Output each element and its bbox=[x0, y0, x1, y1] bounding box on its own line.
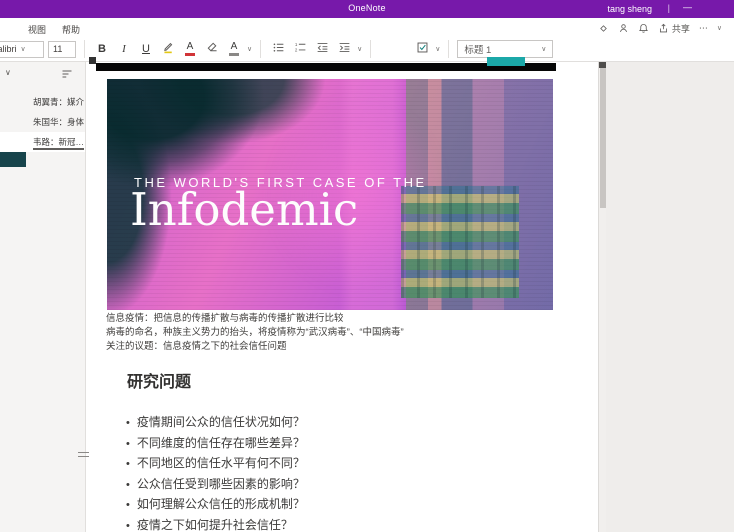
chevron-down-icon[interactable]: ∨ bbox=[357, 46, 362, 53]
meet-now-icon[interactable] bbox=[598, 23, 609, 34]
toolbar-divider bbox=[370, 40, 371, 58]
menu-tabs: 视图 帮助 bbox=[28, 23, 80, 36]
list-item: 疫情之下如何提升社会信任？ bbox=[126, 516, 466, 532]
ribbon-right-icons: 共享 ⋯ ∨ bbox=[598, 22, 722, 35]
page-corner-marker bbox=[89, 57, 96, 64]
chevron-down-icon: ∨ bbox=[541, 46, 546, 53]
style-combobox[interactable]: 标题 1 ∨ bbox=[457, 40, 553, 58]
chevron-down-icon[interactable]: ∨ bbox=[435, 46, 440, 53]
list-item: 疫情期间公众的信任状况如何？ bbox=[126, 413, 466, 434]
titlebar: OneNote tang sheng | — bbox=[0, 0, 734, 18]
svg-text:1: 1 bbox=[294, 42, 297, 47]
note-line: 关注的议题：信息疫情之下的社会信任问题 bbox=[106, 340, 576, 354]
onenote-window: OneNote tang sheng | — 视图 帮助 共享 bbox=[0, 0, 734, 532]
list-item: 不同地区的信任水平有何不同？ bbox=[126, 454, 466, 475]
indent-button[interactable] bbox=[335, 40, 353, 58]
style-selected-value: 标题 1 bbox=[464, 42, 491, 56]
bold-button[interactable]: B bbox=[93, 40, 111, 58]
underline-button[interactable]: U bbox=[137, 40, 155, 58]
toolbar-spacer bbox=[379, 49, 409, 50]
svg-text:2: 2 bbox=[294, 48, 297, 53]
list-item: 不同维度的信任存在哪些差异？ bbox=[126, 434, 466, 455]
font-name-combobox[interactable]: Calibri ∨ bbox=[0, 41, 44, 58]
list-item: 如何理解公众信任的形成机制？ bbox=[126, 495, 466, 516]
checkbox-icon bbox=[416, 41, 429, 57]
outdent-icon bbox=[316, 41, 329, 57]
teal-highlight-swatch bbox=[487, 57, 525, 66]
titlebar-divider: | bbox=[668, 3, 670, 13]
list-item: 公众信任受到哪些因素的影响？ bbox=[126, 475, 466, 496]
note-line: 病毒的命名，种族主义势力的抬头，将疫情称为“武汉病毒”、“中国病毒” bbox=[106, 326, 576, 340]
ribbon-collapse-icon[interactable]: ∨ bbox=[717, 25, 722, 32]
page-list-item[interactable]: 胡翼青：媒介… bbox=[0, 92, 85, 112]
italic-button[interactable]: I bbox=[115, 40, 133, 58]
indent-icon bbox=[338, 41, 351, 57]
chevron-down-icon: ∨ bbox=[21, 46, 26, 53]
page-list-sidebar: ∨ 胡翼青：媒介… 朱国华：身体… 韦路：新冠… bbox=[0, 62, 86, 532]
font-options-icon: A bbox=[229, 42, 239, 56]
research-questions-list: 疫情期间公众的信任状况如何？ 不同维度的信任存在哪些差异？ 不同地区的信任水平有… bbox=[126, 413, 466, 532]
toolbar-divider bbox=[448, 40, 449, 58]
hero-image[interactable]: THE WORLD'S FIRST CASE OF THE Infodemic bbox=[107, 79, 553, 310]
page-list: 胡翼青：媒介… 朱国华：身体… 韦路：新冠… bbox=[0, 92, 85, 152]
section-heading: 研究问题 bbox=[127, 368, 191, 392]
page-list-item-selected[interactable]: 韦路：新冠… bbox=[0, 132, 85, 152]
section-color-tab[interactable] bbox=[0, 152, 26, 167]
share-button[interactable]: 共享 bbox=[658, 22, 690, 35]
share-icon bbox=[658, 23, 669, 34]
font-options-button[interactable]: A bbox=[225, 40, 243, 58]
scrollbar-thumb[interactable] bbox=[600, 68, 606, 208]
outdent-button[interactable] bbox=[313, 40, 331, 58]
notifications-bell-icon[interactable] bbox=[638, 23, 649, 34]
formatting-toolbar: Calibri ∨ 11 B I U A bbox=[0, 38, 553, 60]
note-paragraphs: 信息疫情：把信息的传播扩散与病毒的传播扩散进行比较 病毒的命名，种族主义势力的抬… bbox=[106, 312, 576, 354]
more-options-icon[interactable]: ⋯ bbox=[699, 23, 708, 34]
sort-pages-icon[interactable] bbox=[61, 67, 73, 85]
ribbon: 视图 帮助 共享 ⋯ ∨ Calibri bbox=[0, 18, 734, 62]
vertical-scrollbar[interactable] bbox=[598, 62, 606, 532]
font-size-value: 11 bbox=[53, 44, 62, 54]
toolbar-divider bbox=[260, 40, 261, 58]
highlighter-icon bbox=[162, 41, 175, 57]
numbered-list-icon: 12 bbox=[294, 41, 307, 57]
note-line: 信息疫情：把信息的传播扩散与病毒的传播扩散进行比较 bbox=[106, 312, 576, 326]
tab-help[interactable]: 帮助 bbox=[62, 23, 80, 36]
tab-view[interactable]: 视图 bbox=[28, 23, 46, 36]
eraser-icon bbox=[206, 41, 219, 57]
account-button[interactable]: tang sheng bbox=[607, 4, 652, 14]
font-color-button[interactable]: A bbox=[181, 40, 199, 58]
font-name-value: Calibri bbox=[0, 44, 17, 54]
hero-title-text: Infodemic bbox=[130, 183, 358, 236]
sidebar-collapse-icon[interactable]: ∨ bbox=[5, 68, 11, 77]
numbered-list-button[interactable]: 12 bbox=[291, 40, 309, 58]
chevron-down-icon[interactable]: ∨ bbox=[247, 46, 252, 53]
bulleted-list-button[interactable] bbox=[269, 40, 287, 58]
minimize-button[interactable]: — bbox=[683, 2, 692, 12]
bulleted-list-icon bbox=[272, 41, 285, 57]
note-page[interactable]: THE WORLD'S FIRST CASE OF THE Infodemic … bbox=[86, 62, 598, 532]
clear-formatting-button[interactable] bbox=[203, 40, 221, 58]
todo-tag-button[interactable] bbox=[413, 40, 431, 58]
highlighter-button[interactable] bbox=[159, 40, 177, 58]
font-size-combobox[interactable]: 11 bbox=[48, 41, 76, 58]
presence-icon[interactable] bbox=[618, 23, 629, 34]
page-list-item[interactable]: 朱国华：身体… bbox=[0, 112, 85, 132]
share-label: 共享 bbox=[672, 22, 690, 35]
toolbar-divider bbox=[84, 40, 85, 58]
paragraph-drag-handle-icon[interactable] bbox=[78, 452, 89, 460]
font-color-icon: A bbox=[185, 42, 195, 56]
